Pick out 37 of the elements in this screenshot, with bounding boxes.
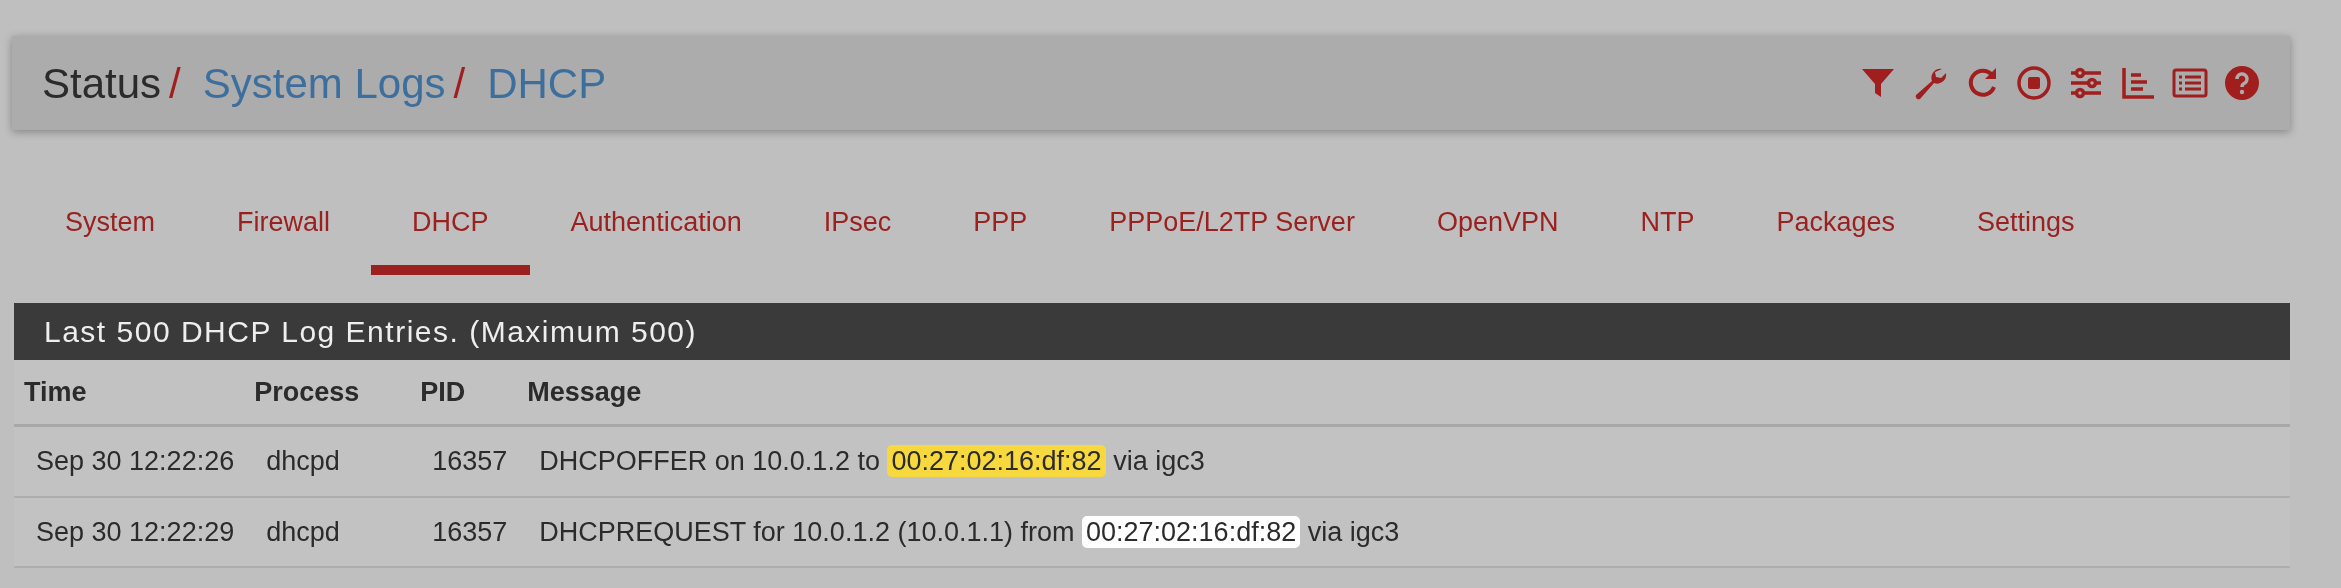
tab[interactable]: OpenVPN [1395, 190, 1600, 275]
breadcrumb-link[interactable]: DHCP [487, 51, 607, 115]
table-cell: Sep 30 12:22:29 [14, 496, 245, 567]
message-text: via igc3 [1113, 446, 1205, 476]
tab[interactable]: DHCP [371, 190, 530, 275]
breadcrumb-link[interactable]: System Logs [202, 51, 446, 115]
column-header: Message [517, 359, 2290, 426]
message-text: DHCPOFFER on 10.0.1.2 to [539, 446, 880, 476]
table-cell: 16357 [410, 496, 518, 567]
tab[interactable]: NTP [1599, 190, 1736, 275]
table-cell: dhcpd [244, 496, 411, 567]
tab[interactable]: Settings [1936, 190, 2116, 275]
mac-address: 00:27:02:16:df:82 [887, 445, 1106, 477]
tab[interactable]: Firewall [196, 190, 372, 275]
help-icon[interactable] [2224, 65, 2260, 101]
table-cell: 16357 [410, 425, 518, 497]
panel-title: Last 500 DHCP Log Entries. (Maximum 500) [14, 302, 2290, 360]
sliders-icon[interactable] [2068, 65, 2104, 101]
column-header: Process [244, 359, 411, 426]
message-text: DHCPREQUEST for 10.0.1.2 (10.0.1.1) from [539, 516, 1075, 547]
column-header: Time [14, 359, 245, 426]
breadcrumb-text: Status [42, 58, 162, 109]
tab[interactable]: PPP [932, 190, 1069, 275]
bar-chart-icon[interactable] [2120, 65, 2156, 101]
breadcrumb-separator: / [453, 58, 466, 109]
tab[interactable]: Packages [1735, 190, 1937, 275]
mac-address: 00:27:02:16:df:82 [1082, 515, 1301, 548]
tab[interactable]: System [24, 190, 197, 275]
table-cell: dhcpd [244, 425, 411, 497]
table-cell: Sep 30 12:22:26 [14, 425, 245, 497]
tab[interactable]: Authentication [529, 190, 783, 275]
tab[interactable]: IPsec [782, 190, 933, 275]
tab[interactable]: PPPoE/L2TP Server [1068, 190, 1396, 275]
stop-icon[interactable] [2016, 65, 2052, 101]
message-text: via igc3 [1307, 516, 1400, 547]
column-header: PID [410, 359, 518, 426]
breadcrumb-separator: / [169, 58, 181, 109]
